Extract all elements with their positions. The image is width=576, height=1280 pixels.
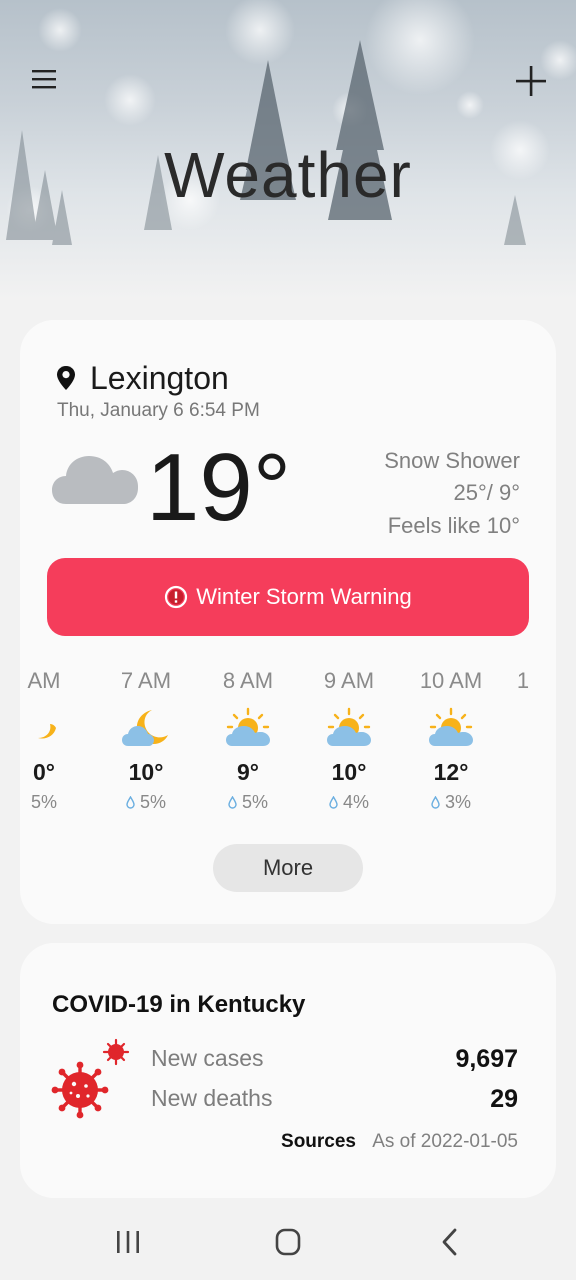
feels-like: Feels like 10°	[387, 513, 520, 538]
as-of-date: As of 2022-01-05	[372, 1131, 518, 1152]
condition-text: Snow Shower	[384, 448, 520, 473]
moon-partial-icon	[38, 724, 56, 739]
hourly-forecast[interactable]: AM 0° 5% 7 AM 10° 5% 8 AM 9° 5% 9 AM 10°…	[20, 666, 556, 826]
more-button[interactable]: More	[213, 844, 363, 892]
hour-time: 7 AM	[120, 668, 172, 693]
back-icon[interactable]	[430, 1224, 470, 1260]
hourly-item: 1	[498, 666, 548, 696]
moon-cloud-icon	[122, 710, 168, 746]
header-banner: Weather	[0, 0, 576, 300]
hour-precip-value: 5%	[241, 792, 268, 812]
hour-time: 10 AM	[419, 668, 483, 693]
sun-cloud-icon	[429, 707, 473, 746]
hour-precip: 3%	[401, 792, 501, 813]
winter-storm-warning-button[interactable]: Winter Storm Warning	[47, 558, 529, 636]
sun-cloud-icon	[226, 707, 270, 746]
hourly-item: 10 AM 12° 3%	[401, 666, 501, 813]
hour-precip: 4%	[299, 792, 399, 813]
recents-icon[interactable]	[108, 1224, 148, 1260]
hourly-item: AM 0° 5%	[20, 666, 94, 813]
hour-time: AM	[27, 668, 61, 693]
covid-card[interactable]: COVID-19 in Kentucky New cases 9,697 New…	[20, 943, 556, 1198]
hour-precip-value: 5%	[139, 792, 166, 812]
location-pin-icon	[57, 366, 75, 390]
new-deaths-value: 29	[490, 1085, 518, 1113]
hour-temperature: 10°	[331, 759, 367, 785]
hamburger-menu-icon[interactable]	[28, 62, 62, 96]
hour-temperature: 10°	[128, 759, 164, 785]
new-deaths-label: New deaths	[151, 1085, 273, 1111]
home-icon[interactable]	[268, 1224, 308, 1260]
covid-title: COVID-19 in Kentucky	[52, 991, 306, 1018]
sources-row: Sources As of 2022-01-05	[281, 1131, 518, 1153]
location-name: Lexington	[90, 359, 229, 396]
hour-temperature: 9°	[237, 759, 259, 785]
location-row[interactable]: Lexington	[56, 360, 229, 396]
hour-precip: 5%	[198, 792, 298, 813]
sources-link[interactable]: Sources	[281, 1131, 356, 1152]
hour-precip-value: 4%	[342, 792, 369, 812]
alert-icon	[165, 585, 188, 609]
current-datetime: Thu, January 6 6:54 PM	[57, 400, 260, 421]
cloud-icon	[52, 456, 138, 504]
hour-time: 1	[516, 668, 530, 693]
sun-cloud-icon	[327, 707, 371, 746]
weather-screen: Weather Lexington Thu, January 6 6:54 PM…	[0, 0, 576, 1280]
virus-icon	[51, 1038, 130, 1119]
raindrop-icon	[228, 796, 237, 809]
weather-card[interactable]: Lexington Thu, January 6 6:54 PM 19° Sno…	[20, 320, 556, 924]
hour-time: 8 AM	[222, 668, 274, 693]
current-temperature: 19°	[146, 434, 292, 541]
hour-precip: 5%	[20, 792, 94, 813]
new-cases-label: New cases	[151, 1045, 264, 1071]
hourly-item: 7 AM 10° 5%	[96, 666, 196, 813]
raindrop-icon	[126, 796, 135, 809]
system-navigation-bar	[0, 1204, 576, 1280]
hour-precip-value: 3%	[444, 792, 471, 812]
new-cases-value: 9,697	[455, 1045, 518, 1073]
hourly-item: 9 AM 10° 4%	[299, 666, 399, 813]
hour-temperature: 0°	[33, 759, 55, 785]
hour-precip: 5%	[96, 792, 196, 813]
hourly-item: 8 AM 9° 5%	[198, 666, 298, 813]
hour-time: 9 AM	[323, 668, 375, 693]
hour-temperature: 12°	[433, 759, 469, 785]
hour-precip-value: 5%	[30, 792, 57, 812]
raindrop-icon	[329, 796, 338, 809]
warning-label: Winter Storm Warning	[196, 584, 412, 609]
hi-lo-temperature: 25°/ 9°	[453, 480, 520, 505]
app-title: Weather	[164, 139, 412, 211]
raindrop-icon	[431, 796, 440, 809]
add-location-icon[interactable]	[512, 62, 550, 100]
